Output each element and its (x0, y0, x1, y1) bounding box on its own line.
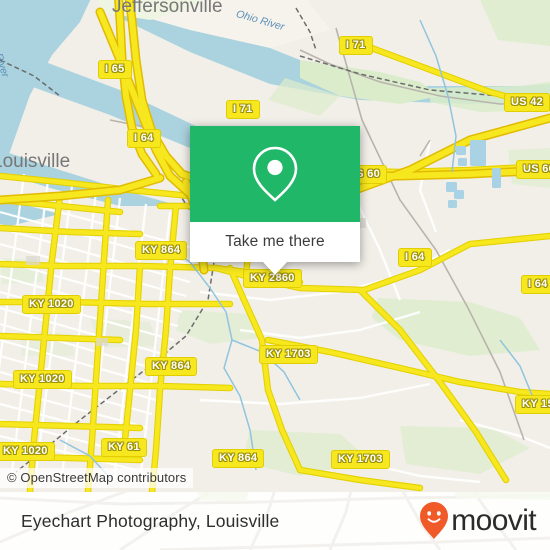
road-shield-ky1020-a[interactable]: KY 1020 (22, 295, 81, 314)
moovit-map-screen: Jeffersonville Louisville Ohio River Ohi… (0, 0, 550, 550)
road-shield-i71-a[interactable]: I 71 (339, 36, 373, 55)
road-shield-ky864-b[interactable]: KY 864 (145, 357, 198, 376)
road-shield-us60-b[interactable]: US 60 (516, 160, 550, 179)
road-shield-i64-b[interactable]: I 64 (398, 248, 432, 267)
osm-attribution[interactable]: © OpenStreetMap contributors (0, 468, 194, 488)
place-title: Eyechart Photography, Louisville (21, 510, 280, 531)
bottom-info-bar: Eyechart Photography, Louisville moovit (0, 492, 550, 550)
take-me-there-callout[interactable]: Take me there (190, 126, 360, 275)
road-shield-ky864-c[interactable]: KY 864 (212, 449, 265, 468)
road-shield-ky1020-b[interactable]: KY 1020 (13, 370, 72, 389)
moovit-wordmark: moovit (451, 504, 536, 537)
callout-pointer-tail (263, 262, 287, 275)
map-pin-icon (252, 146, 298, 202)
road-shield-us42[interactable]: US 42 (504, 93, 550, 112)
road-shield-ky864-a[interactable]: KY 864 (135, 241, 188, 260)
road-shield-ky155[interactable]: KY 155 (515, 395, 550, 414)
road-shield-ky61[interactable]: KY 61 (101, 438, 147, 457)
road-shield-i65[interactable]: I 65 (98, 60, 132, 79)
road-shield-ky1703-a[interactable]: KY 1703 (259, 345, 318, 364)
callout-icon-area (190, 126, 360, 222)
place-label-jeffersonville: Jeffersonville (112, 0, 223, 17)
place-label-louisville: Louisville (0, 151, 71, 172)
road-shield-ky1703-b[interactable]: KY 1703 (331, 450, 390, 469)
road-shield-i71-b[interactable]: I 71 (226, 100, 260, 119)
moovit-pin-icon (420, 502, 449, 539)
road-shield-i64-c[interactable]: I 64 (521, 275, 550, 294)
road-shield-i64-a[interactable]: I 64 (127, 129, 161, 148)
moovit-brand-logo[interactable]: moovit (419, 501, 537, 541)
road-shield-ky1020-c[interactable]: KY 1020 (0, 442, 55, 461)
take-me-there-label: Take me there (225, 233, 325, 250)
callout-action-area[interactable]: Take me there (190, 222, 360, 262)
